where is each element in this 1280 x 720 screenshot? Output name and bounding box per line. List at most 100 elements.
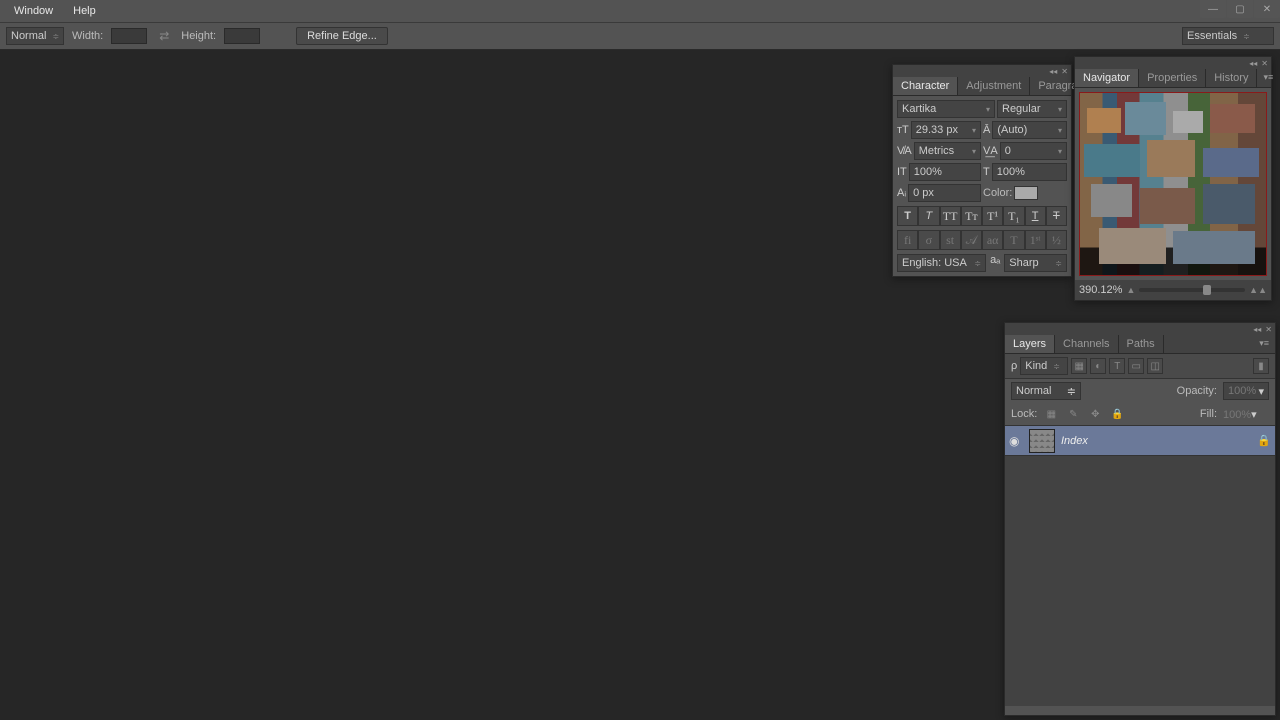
zoom-in-icon[interactable]: ▲▲ (1249, 285, 1267, 295)
allcaps-button[interactable]: TT (940, 206, 961, 226)
lock-pixels-icon[interactable]: ✎ (1065, 406, 1081, 422)
zoom-slider[interactable] (1139, 288, 1245, 292)
minimize-button[interactable]: — (1200, 0, 1226, 18)
zoom-out-icon[interactable]: ▲ (1126, 285, 1135, 295)
refine-edge-button[interactable]: Refine Edge... (296, 27, 388, 45)
lock-transparency-icon[interactable]: ▦ (1043, 406, 1059, 422)
fill-label: Fill: (1200, 408, 1217, 420)
layer-item[interactable]: ◉ Index 🔒 (1005, 426, 1275, 456)
lock-label: Lock: (1011, 408, 1037, 420)
height-input[interactable] (224, 28, 260, 44)
filter-smart-icon[interactable]: ◫ (1147, 358, 1163, 374)
tracking-icon: V͟A (983, 145, 998, 157)
panel-menu-icon[interactable]: ▾≡ (1253, 335, 1275, 353)
tab-character[interactable]: Character (893, 77, 958, 95)
vscale-input[interactable]: 100% (909, 163, 981, 181)
color-label: Color: (983, 187, 1012, 199)
zoom-value: 390.12% (1079, 284, 1122, 296)
antialias-dropdown[interactable]: Sharp≑ (1004, 254, 1067, 272)
tab-layers[interactable]: Layers (1005, 335, 1055, 353)
contextual-button[interactable]: σ (918, 230, 939, 250)
tab-channels[interactable]: Channels (1055, 335, 1118, 353)
panel-close-icon[interactable]: ✕ (1265, 325, 1272, 334)
italic-button[interactable]: T (918, 206, 939, 226)
language-dropdown[interactable]: English: USA≑ (897, 254, 986, 272)
fill-input[interactable]: 100%▾ (1223, 408, 1269, 421)
opacity-label: Opacity: (1177, 385, 1217, 397)
maximize-button[interactable]: ▢ (1227, 0, 1253, 18)
ordinals-button[interactable]: 1ˢᵗ (1025, 230, 1046, 250)
font-size-icon: ᴛT (897, 124, 909, 136)
workspace-dropdown[interactable]: Essentials≑ (1182, 27, 1274, 45)
tab-navigator[interactable]: Navigator (1075, 69, 1139, 87)
kerning-icon: V̸A (897, 145, 912, 157)
hscale-icon: T (983, 166, 990, 178)
filter-kind-dropdown[interactable]: Kind≑ (1020, 357, 1068, 375)
tab-history[interactable]: History (1206, 69, 1257, 87)
filter-pixel-icon[interactable]: ▦ (1071, 358, 1087, 374)
swash-button[interactable]: 𝒜 (961, 230, 982, 250)
close-button[interactable]: ✕ (1254, 0, 1280, 18)
swap-dimensions-icon[interactable]: ⇄ (155, 29, 173, 43)
filter-type-icon[interactable]: T (1109, 358, 1125, 374)
filter-toggle[interactable]: ▮ (1253, 358, 1269, 374)
tracking-input[interactable]: 0▾ (1000, 142, 1067, 160)
filter-shape-icon[interactable]: ▭ (1128, 358, 1144, 374)
visibility-icon[interactable]: ◉ (1009, 434, 1023, 448)
lock-all-icon[interactable]: 🔒 (1109, 406, 1125, 422)
layer-list: ◉ Index 🔒 (1005, 426, 1275, 706)
ligatures-button[interactable]: fi (897, 230, 918, 250)
leading-input[interactable]: (Auto)▾ (992, 121, 1067, 139)
font-size-input[interactable]: 29.33 px▾ (911, 121, 981, 139)
kerning-dropdown[interactable]: Metrics▾ (914, 142, 981, 160)
menu-help[interactable]: Help (63, 1, 106, 21)
navigator-thumbnail[interactable] (1079, 92, 1267, 276)
panel-close-icon[interactable]: ✕ (1261, 59, 1268, 68)
navigator-panel: ◂◂ ✕ Navigator Properties History ▾≡ (1074, 56, 1272, 301)
strike-button[interactable]: T (1046, 206, 1067, 226)
panel-close-icon[interactable]: ✕ (1061, 67, 1068, 76)
antialias-icon: aₐ (990, 254, 1000, 272)
discretionary-button[interactable]: st (940, 230, 961, 250)
font-family-dropdown[interactable]: Kartika▾ (897, 100, 995, 118)
height-label: Height: (181, 30, 216, 42)
subscript-button[interactable]: T₁ (1003, 206, 1024, 226)
leading-icon: Ā (983, 124, 990, 136)
panel-menu-icon[interactable]: ▾≡ (1257, 69, 1279, 87)
menu-window[interactable]: Window (4, 1, 63, 21)
tab-adjustment[interactable]: Adjustment (958, 77, 1030, 95)
font-weight-dropdown[interactable]: Regular▾ (997, 100, 1067, 118)
hscale-input[interactable]: 100% (992, 163, 1067, 181)
baseline-icon: Aᵢ (897, 187, 906, 199)
superscript-button[interactable]: T¹ (982, 206, 1003, 226)
fractions-button[interactable]: ½ (1046, 230, 1067, 250)
tab-properties[interactable]: Properties (1139, 69, 1206, 87)
stylistic-button[interactable]: aα (982, 230, 1003, 250)
titling-button[interactable]: T (1003, 230, 1024, 250)
lock-position-icon[interactable]: ✥ (1087, 406, 1103, 422)
panel-collapse-icon[interactable]: ◂◂ (1049, 67, 1057, 76)
color-swatch[interactable] (1014, 186, 1038, 200)
bold-button[interactable]: T (897, 206, 918, 226)
vscale-icon: IT (897, 166, 907, 178)
panel-collapse-icon[interactable]: ◂◂ (1249, 59, 1257, 68)
filter-adjustment-icon[interactable]: ◐ (1090, 358, 1106, 374)
width-input[interactable] (111, 28, 147, 44)
options-bar: Normal≑ Width: ⇄ Height: Refine Edge... … (0, 22, 1280, 50)
panel-collapse-icon[interactable]: ◂◂ (1253, 325, 1261, 334)
tab-paths[interactable]: Paths (1119, 335, 1164, 353)
filter-search-icon: ρ (1011, 360, 1017, 372)
blend-mode-dropdown[interactable]: Normal≑ (1011, 382, 1081, 400)
menu-bar: Window Help — ▢ ✕ (0, 0, 1280, 22)
layer-thumbnail[interactable] (1029, 429, 1055, 453)
lock-icon: 🔒 (1257, 434, 1271, 447)
width-label: Width: (72, 30, 103, 42)
baseline-input[interactable]: 0 px (908, 184, 981, 202)
smallcaps-button[interactable]: Tᴛ (961, 206, 982, 226)
underline-button[interactable]: T (1025, 206, 1046, 226)
selection-mode-dropdown[interactable]: Normal≑ (6, 27, 64, 45)
opacity-input[interactable]: 100%▾ (1223, 382, 1269, 400)
character-panel: ◂◂ ✕ Character Adjustment Paragraph ▾≡ K… (892, 64, 1072, 277)
layers-panel: ◂◂ ✕ Layers Channels Paths ▾≡ ρ Kind≑ ▦ … (1004, 322, 1276, 716)
layer-name[interactable]: Index (1061, 435, 1088, 447)
